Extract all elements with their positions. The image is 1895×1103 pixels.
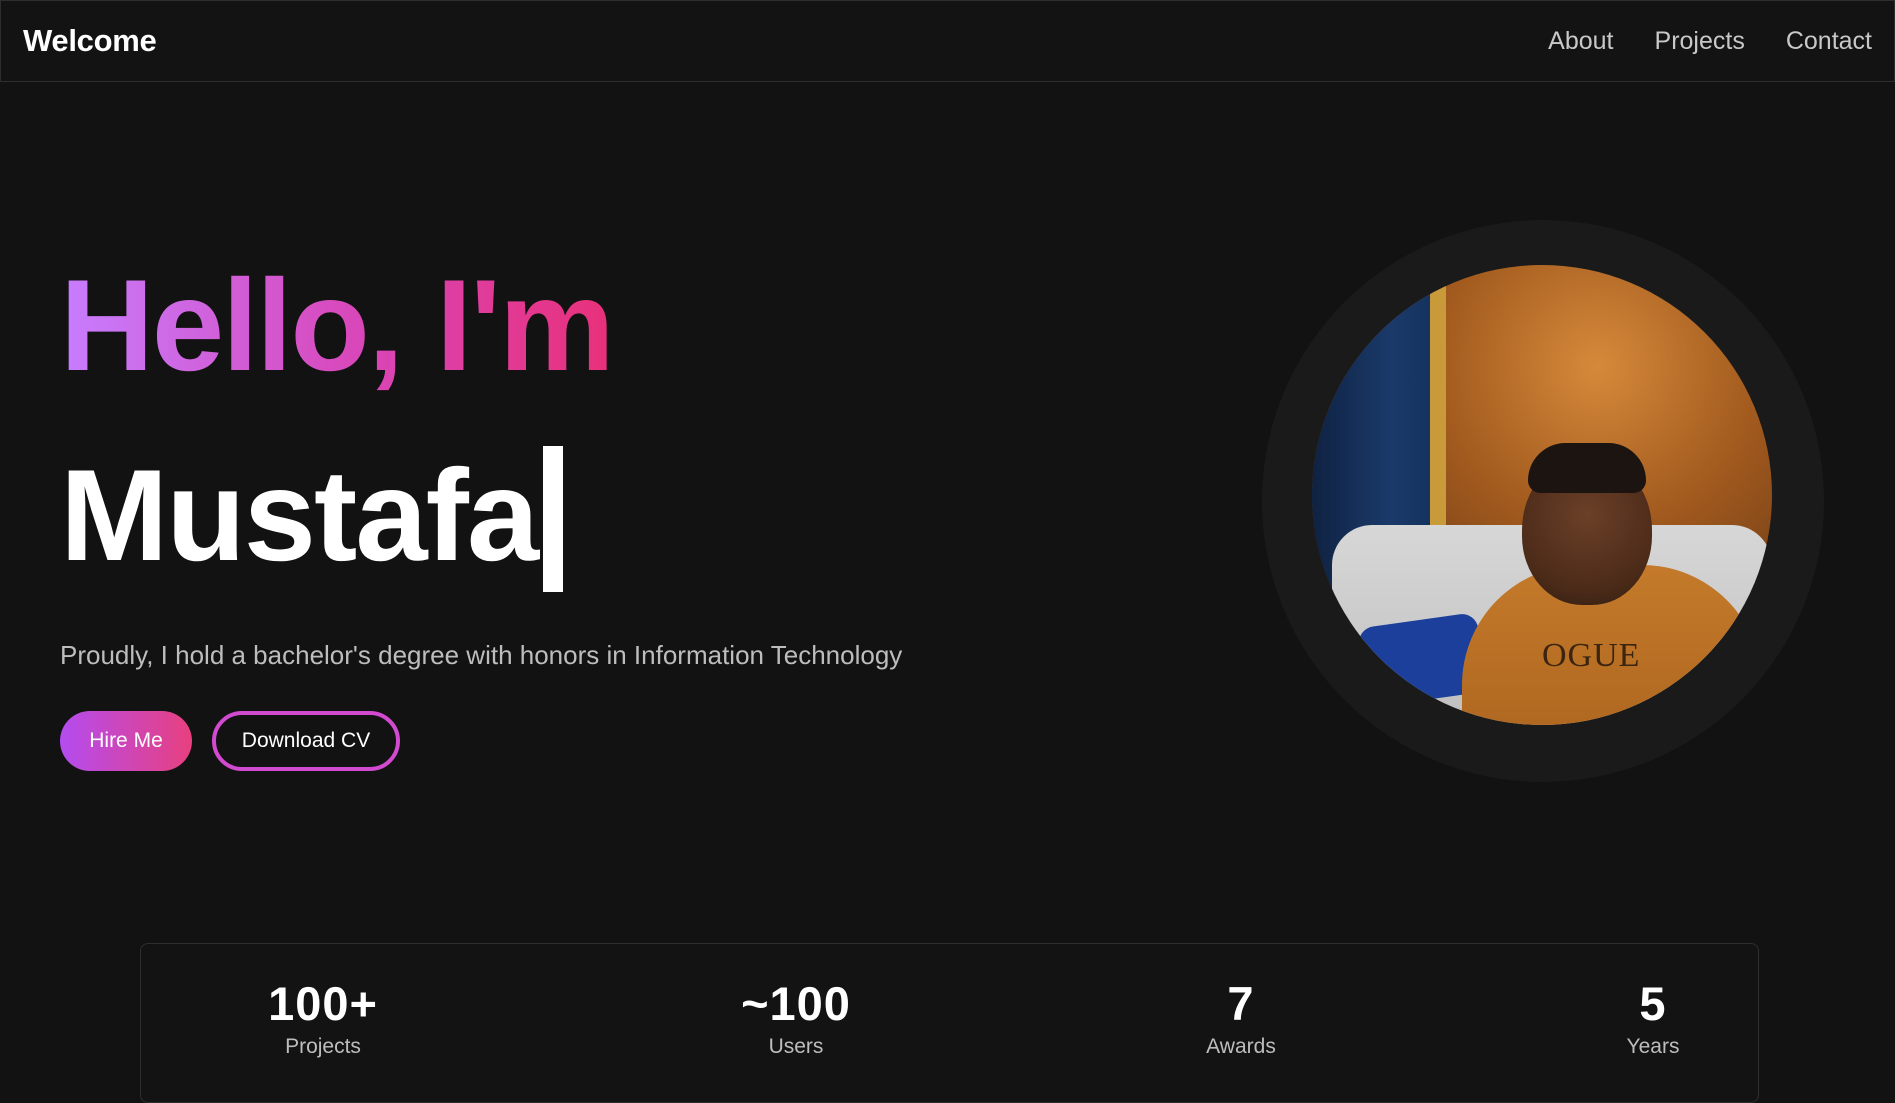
hero-name: Mustafa [60, 442, 539, 588]
stats-panel: 100+ Projects ~100 Users 7 Awards 5 Year… [140, 943, 1759, 1103]
stat-label: Projects [285, 1035, 361, 1058]
stat-value: 5 [1639, 977, 1667, 1030]
profile-photo: OGUE [1312, 265, 1772, 725]
hero-tagline: Proudly, I hold a bachelor's degree with… [60, 640, 903, 670]
stat-years: 5 Years [1533, 980, 1773, 1059]
stat-projects: 100+ Projects [203, 980, 443, 1059]
stat-value: ~100 [741, 977, 851, 1030]
hero-greeting: Hello, I'm [60, 252, 615, 398]
stat-label: Awards [1206, 1035, 1276, 1058]
brand-title[interactable]: Welcome [23, 23, 157, 59]
stat-value: 7 [1227, 977, 1255, 1030]
photo-person-hair [1528, 443, 1646, 493]
hero-section: Hello, I'm Mustafa Proudly, I hold a bac… [60, 260, 1210, 771]
stat-label: Years [1626, 1035, 1680, 1058]
stat-awards: 7 Awards [1121, 980, 1361, 1059]
hero-name-line: Mustafa [60, 440, 1210, 592]
photo-shirt-text: OGUE [1542, 637, 1641, 674]
nav-link-contact[interactable]: Contact [1786, 27, 1872, 56]
nav-links: About Projects Contact [1548, 27, 1872, 56]
hero-actions: Hire Me Download CV [60, 711, 1210, 771]
photo-gold-frame [1430, 265, 1446, 565]
profile-photo-ring: OGUE [1262, 220, 1824, 782]
nav-link-projects[interactable]: Projects [1655, 27, 1745, 56]
nav-link-about[interactable]: About [1548, 27, 1613, 56]
stat-label: Users [768, 1035, 824, 1058]
navbar: Welcome About Projects Contact [0, 0, 1895, 82]
download-cv-button[interactable]: Download CV [212, 711, 400, 771]
stat-users: ~100 Users [676, 980, 916, 1059]
typing-cursor [543, 446, 564, 592]
hire-me-button[interactable]: Hire Me [60, 711, 192, 771]
stat-value: 100+ [268, 977, 378, 1030]
